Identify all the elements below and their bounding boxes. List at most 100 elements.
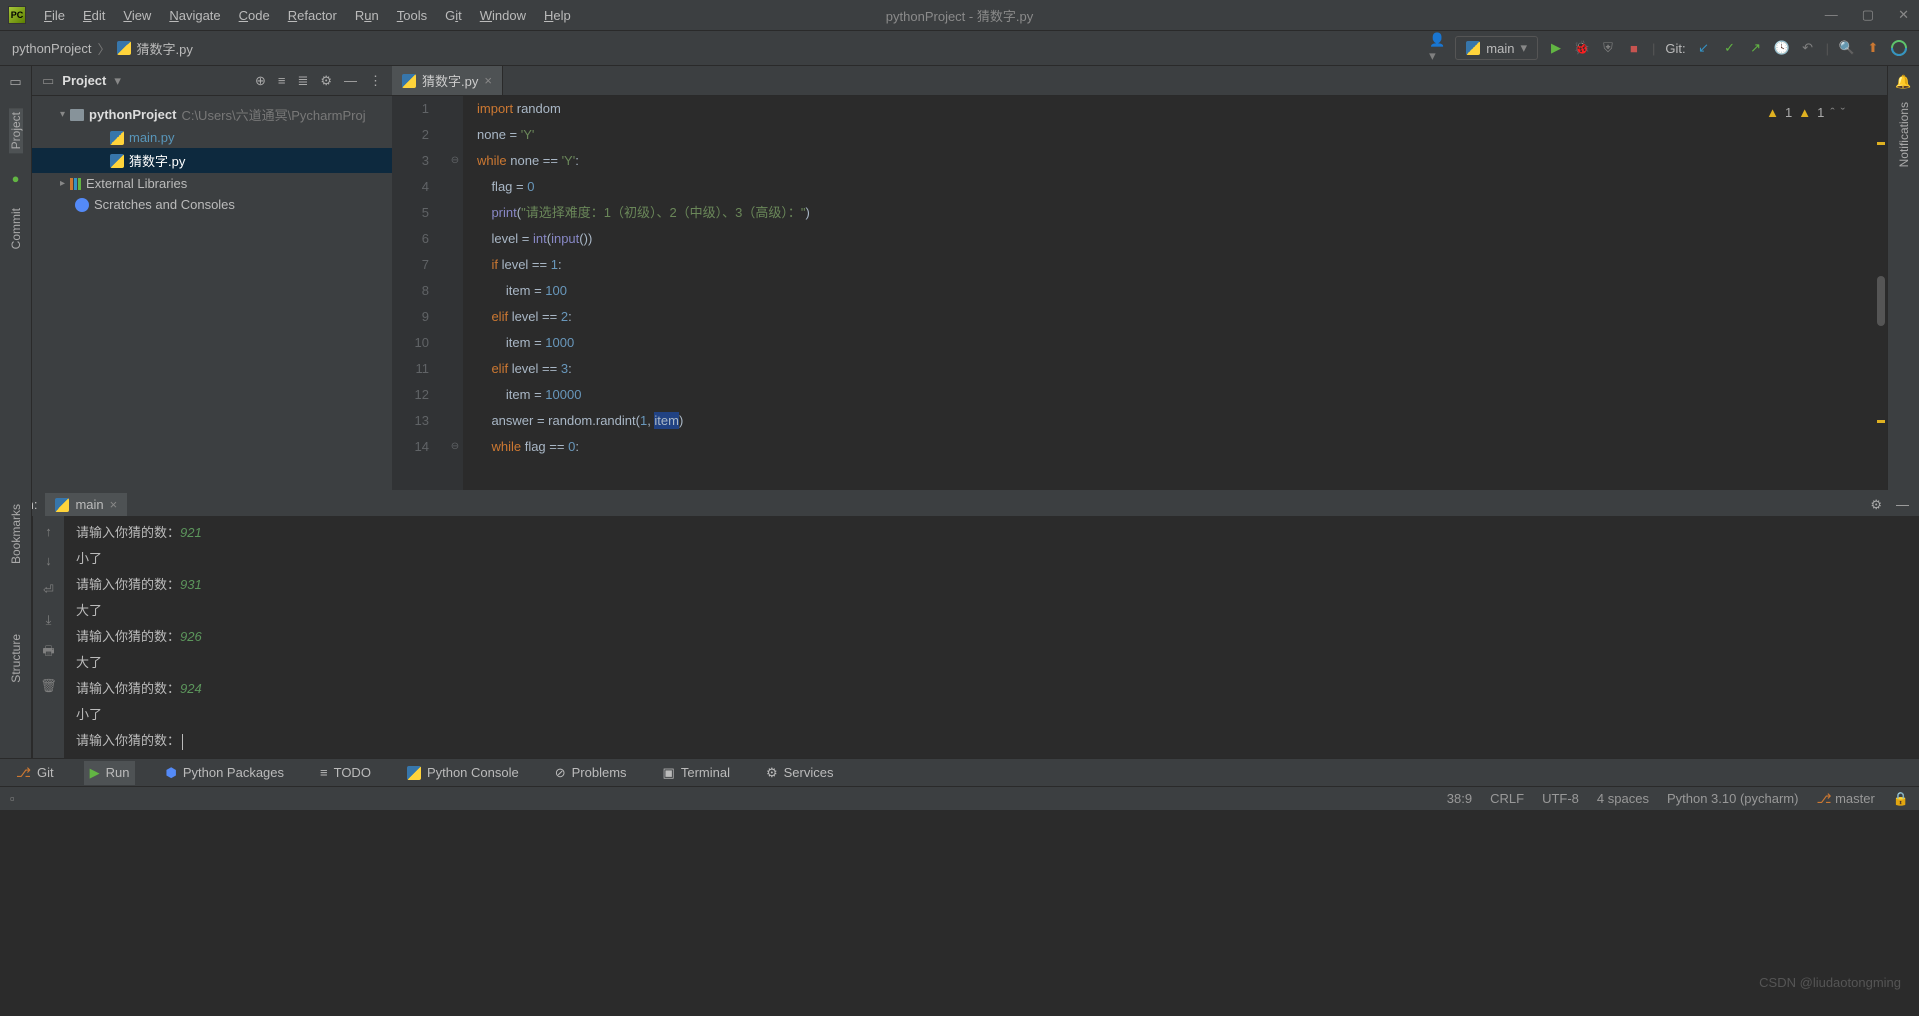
caret-position[interactable]: 38:9 [1447, 791, 1472, 806]
line-number-gutter: 1234567891011121314 [392, 96, 447, 490]
run-settings-icon[interactable]: ⚙ [1870, 497, 1882, 513]
bookmarks-tab[interactable]: Bookmarks [9, 500, 23, 568]
trash-icon[interactable]: 🗑 [40, 678, 57, 694]
python-console-tab[interactable]: Python Console [401, 761, 525, 784]
indent[interactable]: 4 spaces [1597, 791, 1649, 806]
run-console[interactable]: 请输入你猜的数：921小了请输入你猜的数：931大了请输入你猜的数：926大了请… [64, 516, 1919, 758]
soft-wrap-icon[interactable]: ⏎ [43, 582, 54, 598]
debug-icon[interactable]: 🐞 [1574, 40, 1590, 56]
run-hide-icon[interactable]: — [1896, 497, 1909, 513]
tree-root[interactable]: ▾ pythonProject C:\Users\六道通冥\PycharmPro… [32, 102, 392, 127]
structure-tab[interactable]: Structure [9, 630, 23, 687]
menu-refactor[interactable]: Refactor [288, 8, 337, 23]
menu-file[interactable]: FFileile [44, 8, 65, 23]
status-bar: ▫ 38:9 CRLF UTF-8 4 spaces Python 3.10 (… [0, 786, 1919, 810]
menu-window[interactable]: Window [480, 8, 526, 23]
history-icon[interactable]: 🕓 [1774, 40, 1790, 56]
stop-icon[interactable]: ■ [1626, 40, 1642, 56]
window-title: pythonProject - 猜数字.py [886, 6, 1033, 25]
bottom-tool-stripe: ⎇Git ▶Run ⬢Python Packages ≡TODO Python … [0, 758, 1919, 786]
print-icon[interactable]: 🖶 [42, 642, 54, 664]
collapse-all-icon[interactable]: ≣ [297, 73, 308, 89]
run-icon[interactable]: ▶ [1548, 40, 1564, 56]
run-config-selector[interactable]: main ▾ [1455, 36, 1538, 60]
tree-scratches[interactable]: Scratches and Consoles [32, 194, 392, 215]
down-icon[interactable]: ↓ [45, 553, 52, 568]
python-icon [1466, 41, 1480, 55]
maximize-icon[interactable]: ▢ [1862, 7, 1874, 23]
coverage-icon[interactable]: ⛨ [1600, 40, 1616, 56]
user-icon[interactable]: 👤▾ [1429, 40, 1445, 56]
library-icon [70, 178, 81, 190]
run-config-name: main [1486, 41, 1514, 56]
select-open-file-icon[interactable]: ⊕ [255, 73, 266, 89]
right-tool-stripe: 🔔 Notifications [1887, 66, 1919, 490]
up-icon[interactable]: ↑ [45, 524, 52, 539]
project-tree[interactable]: ▾ pythonProject C:\Users\六道通冥\PycharmPro… [32, 96, 392, 221]
search-icon[interactable]: 🔍 [1839, 40, 1855, 56]
push-icon[interactable]: ↗ [1748, 40, 1764, 56]
code-with-me-icon[interactable] [1891, 40, 1907, 56]
tree-file-main[interactable]: main.py [32, 127, 392, 148]
project-tab[interactable]: Project [9, 108, 23, 153]
tool-window-quick-icon[interactable]: ▫ [10, 791, 15, 806]
run-tab[interactable]: main × [45, 493, 127, 516]
commit-icon[interactable]: ✓ [1722, 40, 1738, 56]
menu-navigate[interactable]: Navigate [169, 8, 220, 23]
todo-tab[interactable]: ≡TODO [314, 761, 377, 784]
minimize-icon[interactable]: — [1825, 7, 1838, 23]
close-run-tab-icon[interactable]: × [110, 497, 118, 512]
python-file-icon [110, 154, 124, 168]
titlebar: PC FFileile Edit View Navigate Code Refa… [0, 0, 1919, 30]
folding-gutter[interactable]: ⊖⊖ [447, 96, 463, 490]
more-icon[interactable]: ⋮ [369, 73, 382, 89]
menu-edit[interactable]: Edit [83, 8, 105, 23]
terminal-tab[interactable]: ▣Terminal [657, 761, 736, 785]
breadcrumb-file[interactable]: 猜数字.py [137, 39, 193, 58]
scroll-end-icon[interactable]: ⤓ [46, 612, 52, 628]
notifications-icon[interactable]: 🔔 [1895, 74, 1911, 90]
git-branch[interactable]: ⎇ master [1816, 791, 1874, 807]
editor-tab-active[interactable]: 猜数字.py × [392, 66, 503, 95]
packages-tab[interactable]: ⬢Python Packages [159, 761, 290, 785]
tree-external-libs[interactable]: ▸External Libraries [32, 173, 392, 194]
line-separator[interactable]: CRLF [1490, 791, 1524, 806]
editor: 猜数字.py × 1234567891011121314 ⊖⊖ import r… [392, 66, 1887, 490]
menu-run[interactable]: Run [355, 8, 379, 23]
scratches-icon [75, 198, 89, 212]
problems-tab[interactable]: ⊘Problems [549, 761, 633, 785]
close-tab-icon[interactable]: × [484, 73, 492, 88]
breadcrumb-project[interactable]: pythonProject [12, 41, 92, 56]
services-tab[interactable]: ⚙Services [760, 761, 840, 785]
close-icon[interactable]: ✕ [1898, 7, 1909, 23]
left-lower-stripe: Bookmarks Structure [0, 490, 32, 758]
expand-all-icon[interactable]: ≡ [278, 73, 286, 89]
hide-icon[interactable]: — [344, 73, 357, 89]
pycharm-icon: PC [8, 6, 26, 24]
update-icon[interactable]: ↙ [1696, 40, 1712, 56]
commit-stripe-icon[interactable]: ● [12, 171, 20, 186]
rollback-icon[interactable]: ↶ [1800, 40, 1816, 56]
settings-icon[interactable]: ⚙ [320, 73, 332, 89]
menu-tools[interactable]: Tools [397, 8, 427, 23]
commit-tab[interactable]: Commit [9, 204, 23, 253]
menu-git[interactable]: Git [445, 8, 462, 23]
inspection-widget[interactable]: ▲1 ▲1 ˆˇ [1766, 100, 1845, 126]
python-file-icon [117, 41, 131, 55]
tree-file-guess[interactable]: 猜数字.py [32, 148, 392, 173]
menu-code[interactable]: Code [239, 8, 270, 23]
encoding[interactable]: UTF-8 [1542, 791, 1579, 806]
interpreter[interactable]: Python 3.10 (pycharm) [1667, 791, 1799, 806]
project-stripe-icon[interactable]: ▭ [9, 74, 21, 90]
python-file-icon [402, 74, 416, 88]
breadcrumb[interactable]: pythonProject 〉 猜数字.py [12, 39, 193, 58]
git-tab[interactable]: ⎇Git [10, 761, 60, 785]
run-bottom-tab[interactable]: ▶Run [84, 761, 136, 785]
ide-update-icon[interactable]: ⬆ [1865, 40, 1881, 56]
notifications-tab[interactable]: Notifications [1897, 98, 1911, 171]
menu-view[interactable]: View [123, 8, 151, 23]
menu-help[interactable]: Help [544, 8, 571, 23]
editor-scrollbar[interactable] [1875, 126, 1887, 490]
code-editor[interactable]: 1234567891011121314 ⊖⊖ import randomnone… [392, 96, 1887, 490]
lock-icon[interactable]: 🔒 [1893, 791, 1909, 807]
